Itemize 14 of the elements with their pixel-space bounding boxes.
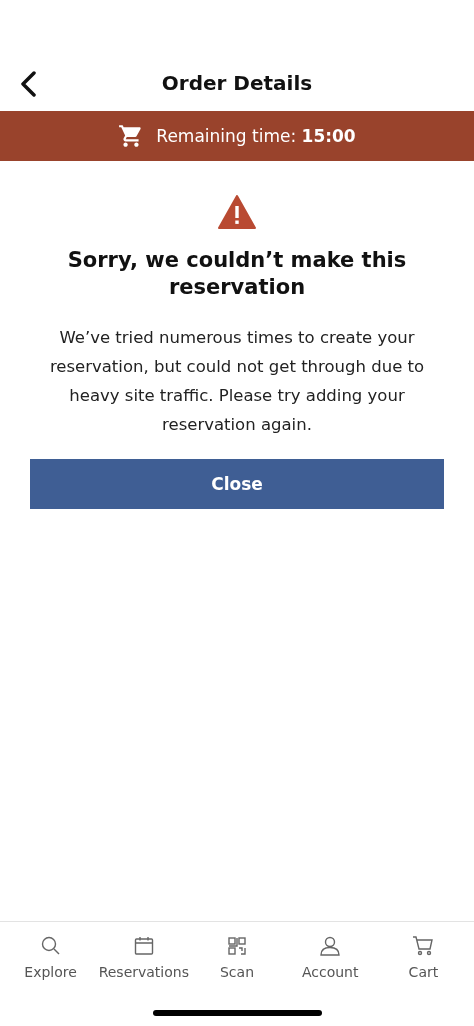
- error-title: Sorry, we couldn’t make this reservation: [67, 247, 407, 301]
- screen-title: Order Details: [161, 71, 313, 95]
- error-message: We’ve tried numerous times to create your reservation, but could not get through due to heavy site traffic. Please try adding your reservation again.: [48, 327, 426, 436]
- tab-item[interactable]: Cart: [376, 934, 470, 980]
- tab-item[interactable]: Explore: [4, 934, 98, 980]
- tab-item[interactable]: Scan: [190, 934, 284, 980]
- cart-icon: [411, 934, 436, 958]
- qr-code-icon: [225, 934, 249, 958]
- warning-icon: [218, 195, 256, 229]
- close-button[interactable]: Close: [30, 459, 444, 509]
- remaining-time-text: Remaining time: 15:00: [156, 126, 356, 146]
- person-icon: [318, 934, 343, 958]
- tab-item[interactable]: Reservations: [97, 934, 191, 980]
- tab-item[interactable]: Account: [283, 934, 377, 980]
